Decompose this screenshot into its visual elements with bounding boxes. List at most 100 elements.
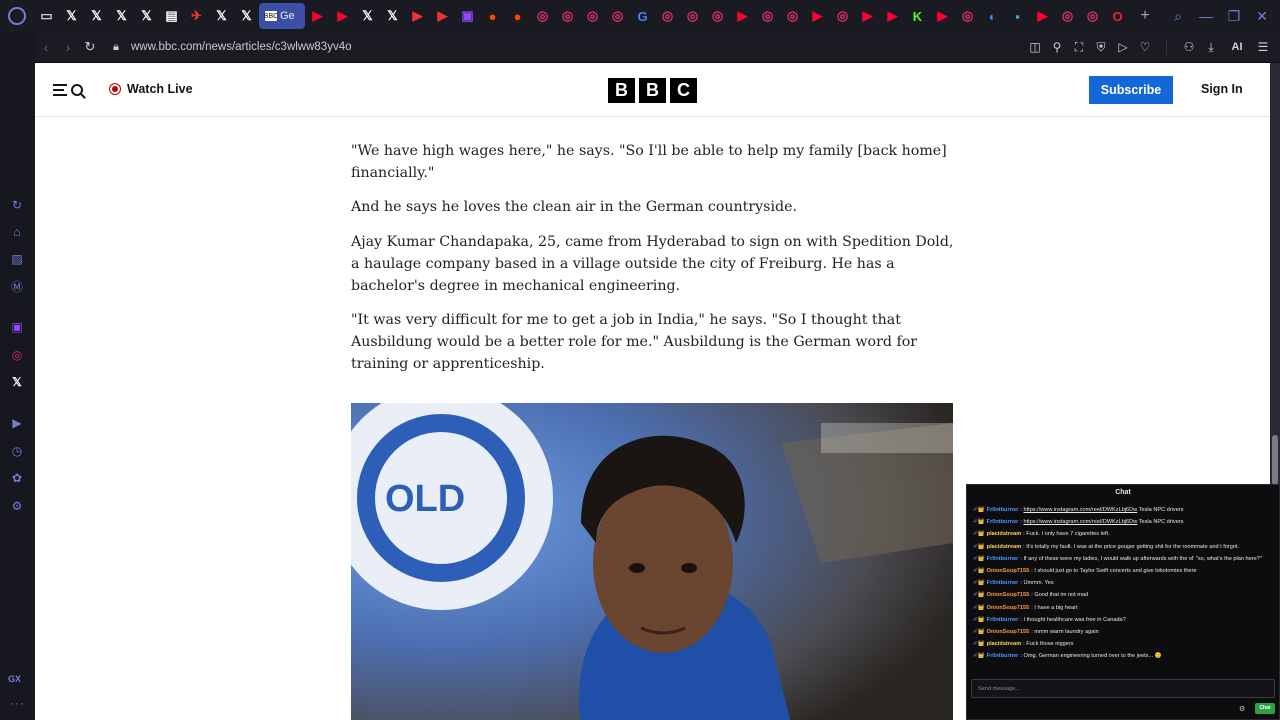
tab-b-24[interactable]: K <box>905 3 930 29</box>
tab-a-4[interactable]: 𝕏 <box>134 3 159 29</box>
chat-username[interactable]: Fr0ntburner <box>987 617 1019 623</box>
tab-a-0[interactable]: ▭ <box>34 3 59 29</box>
tab-active[interactable]: BBC Ge <box>259 3 305 29</box>
scroll-thumb[interactable] <box>1272 435 1278 485</box>
url-field[interactable]: www.bbc.com/news/articles/c3wlww83yv4o <box>131 41 352 53</box>
refresh-icon[interactable]: ↻ <box>8 196 26 214</box>
tab-b-28[interactable]: ▪ <box>1005 3 1030 29</box>
notes-icon[interactable]: ▨ <box>8 250 26 268</box>
chat-username[interactable]: Fr0ntburner <box>987 519 1019 525</box>
chat-username[interactable]: placidstream <box>987 544 1022 550</box>
tab-b-8[interactable]: ● <box>505 3 530 29</box>
maximize-icon[interactable]: ❐ <box>1222 8 1246 25</box>
tab-b-7[interactable]: ● <box>480 3 505 29</box>
new-tab-button[interactable]: + <box>1134 7 1156 25</box>
tab-a-5[interactable]: ▤ <box>159 3 184 29</box>
chat-username[interactable]: OnionSoup7155 <box>987 568 1030 574</box>
tab-b-0[interactable]: ▶ <box>305 3 330 29</box>
chat-username[interactable]: Fr0ntburner <box>987 507 1019 513</box>
close-icon[interactable]: ✕ <box>1250 8 1274 25</box>
pin-icon[interactable]: ⚲ <box>1046 40 1068 54</box>
subscribe-button[interactable]: Subscribe <box>1089 76 1173 104</box>
tab-b-27[interactable]: ◐ <box>980 3 1005 29</box>
tab-b-14[interactable]: ◎ <box>655 3 680 29</box>
forward-icon[interactable]: › <box>57 40 79 55</box>
chat-link[interactable]: https://www.instagram.com/reel/DWKzLbj6D… <box>1023 519 1137 525</box>
tab-a-1[interactable]: 𝕏 <box>59 3 84 29</box>
m-app-icon[interactable]: Ⓜ <box>8 277 26 295</box>
tab-b-10[interactable]: ◎ <box>555 3 580 29</box>
chat-username[interactable]: Fr0ntburner <box>987 653 1019 659</box>
snapshot-icon[interactable]: ⛶ <box>1068 40 1090 55</box>
tab-b-2[interactable]: 𝕏 <box>355 3 380 29</box>
player-icon[interactable]: ▶ <box>8 414 26 432</box>
profile-icon[interactable]: ⚇ <box>1178 40 1200 54</box>
heart-icon[interactable]: ♡ <box>1134 40 1156 54</box>
tab-b-5[interactable]: ▶ <box>430 3 455 29</box>
search-icon[interactable]: ⌕ <box>1166 8 1190 25</box>
settings-icon[interactable]: ⚙ <box>8 497 26 515</box>
tab-b-15[interactable]: ◎ <box>680 3 705 29</box>
tab-b-26[interactable]: ◎ <box>955 3 980 29</box>
chat-send-button[interactable]: Chat <box>1255 703 1275 714</box>
split-view-icon[interactable]: ◫ <box>1024 40 1046 54</box>
robot-icon[interactable]: ⌂ <box>8 223 26 241</box>
tab-b-9[interactable]: ◎ <box>530 3 555 29</box>
watch-live-link[interactable]: Watch Live <box>109 82 193 96</box>
play-icon[interactable]: ▷ <box>1112 40 1134 54</box>
chat-username[interactable]: placidstream <box>987 641 1022 647</box>
chat-username[interactable]: Fr0ntburner <box>987 580 1019 586</box>
tab-b-1[interactable]: ▶ <box>330 3 355 29</box>
opera-gx-logo-icon[interactable] <box>0 0 34 32</box>
tab-b-31[interactable]: ◎ <box>1080 3 1105 29</box>
tab-b-23[interactable]: ▶ <box>880 3 905 29</box>
tab-b-13[interactable]: G <box>630 3 655 29</box>
reload-icon[interactable]: ↻ <box>79 39 101 55</box>
tab-a-2[interactable]: 𝕏 <box>84 3 109 29</box>
ai-button[interactable]: AI <box>1222 41 1252 53</box>
tab-a-3[interactable]: 𝕏 <box>109 3 134 29</box>
twitch-icon[interactable]: ▣ <box>8 318 26 336</box>
menu-icon[interactable]: ☰ <box>1252 40 1274 54</box>
chat-username[interactable]: Fr0ntburner <box>987 556 1019 562</box>
shield-icon[interactable]: ⛨ <box>1090 40 1112 55</box>
sign-in-link[interactable]: Sign In <box>1201 82 1243 96</box>
tab-b-17[interactable]: ▶ <box>730 3 755 29</box>
instagram-icon[interactable]: ◎ <box>8 346 26 364</box>
extensions-icon[interactable]: ✿ <box>8 469 26 487</box>
minimize-icon[interactable]: — <box>1194 8 1218 24</box>
gear-icon[interactable]: ⚙ <box>1239 705 1245 713</box>
tab-b-30[interactable]: ◎ <box>1055 3 1080 29</box>
lock-icon[interactable]: 🔒︎ <box>105 41 127 54</box>
chat-username[interactable]: placidstream <box>987 531 1022 537</box>
tab-b-25[interactable]: ▶ <box>930 3 955 29</box>
tab-b-20[interactable]: ▶ <box>805 3 830 29</box>
chat-link[interactable]: https://www.instagram.com/reel/DWKzLbj6D… <box>1023 507 1137 513</box>
back-icon[interactable]: ‹ <box>35 40 57 55</box>
tab-b-22[interactable]: ▶ <box>855 3 880 29</box>
x-icon[interactable]: 𝕏 <box>8 373 26 391</box>
tab-a-8[interactable]: 𝕏 <box>234 3 259 29</box>
chat-username[interactable]: OnionSoup7155 <box>987 592 1030 598</box>
tab-b-12[interactable]: ◎ <box>605 3 630 29</box>
bbc-logo[interactable]: B B C <box>608 78 697 103</box>
chat-username[interactable]: OnionSoup7155 <box>987 629 1030 635</box>
tab-a-7[interactable]: 𝕏 <box>209 3 234 29</box>
chat-username[interactable]: OnionSoup7155 <box>987 605 1030 611</box>
history-icon[interactable]: ◷ <box>8 442 26 460</box>
tab-b-16[interactable]: ◎ <box>705 3 730 29</box>
more-icon[interactable]: ··· <box>10 696 25 710</box>
tab-b-11[interactable]: ◎ <box>580 3 605 29</box>
tab-b-21[interactable]: ◎ <box>830 3 855 29</box>
tab-b-4[interactable]: ▶ <box>405 3 430 29</box>
tab-b-18[interactable]: ◎ <box>755 3 780 29</box>
gx-button[interactable]: GX <box>8 674 21 684</box>
tab-a-6[interactable]: ✈ <box>184 3 209 29</box>
menu-search-button[interactable] <box>53 81 87 99</box>
tab-b-32[interactable]: O <box>1105 3 1130 29</box>
tab-b-3[interactable]: 𝕏 <box>380 3 405 29</box>
download-icon[interactable]: ⤓ <box>1200 40 1222 55</box>
tab-b-29[interactable]: ▶ <box>1030 3 1055 29</box>
tab-b-19[interactable]: ◎ <box>780 3 805 29</box>
chat-input[interactable]: Send message... <box>971 679 1275 698</box>
